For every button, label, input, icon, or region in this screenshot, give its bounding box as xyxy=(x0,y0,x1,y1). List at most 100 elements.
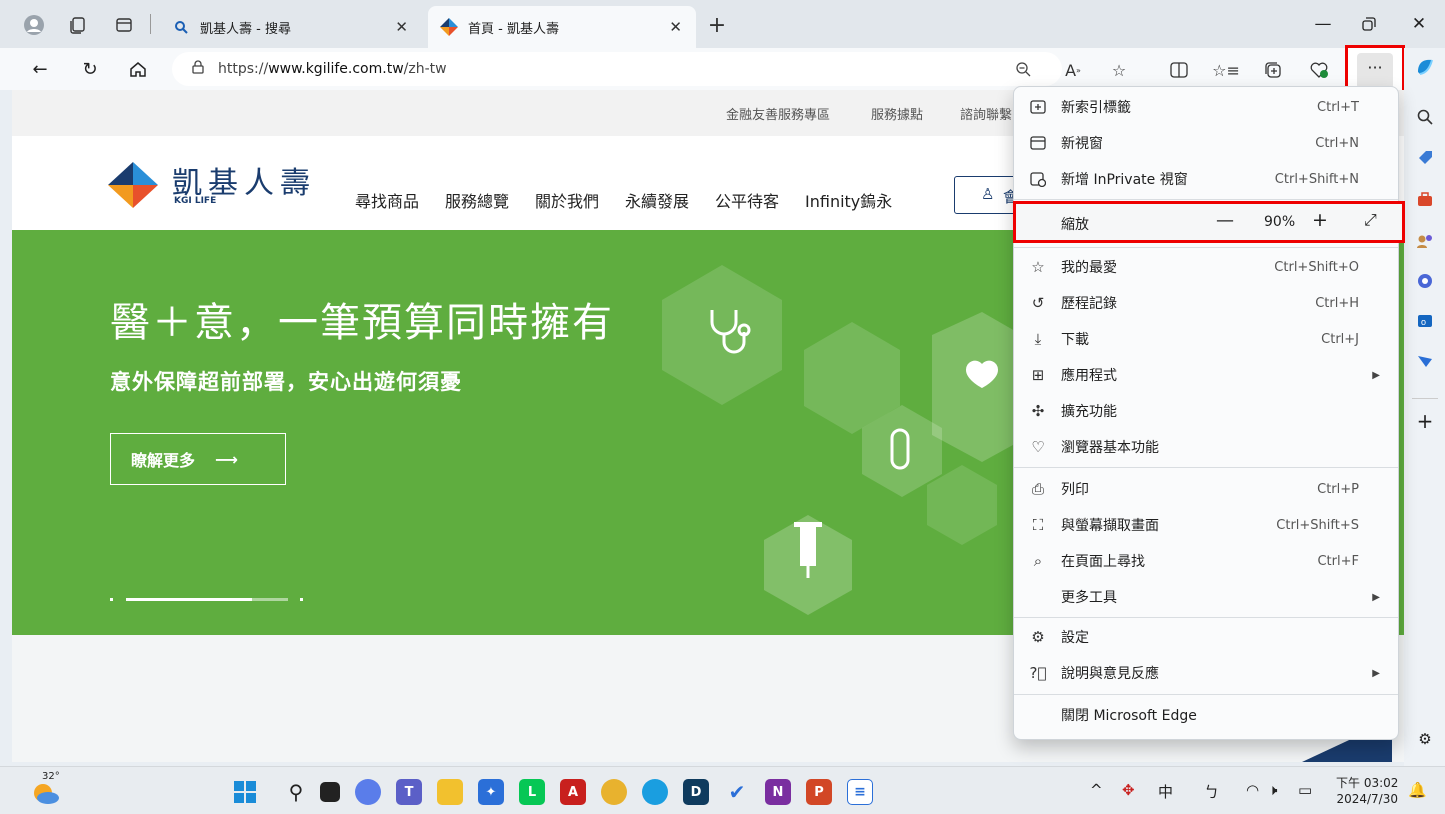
drop-icon[interactable] xyxy=(1414,350,1436,372)
menu-help-feedback[interactable]: ?⃝ 說明與意見反應 ▶ xyxy=(1014,655,1398,691)
home-icon[interactable] xyxy=(126,57,150,81)
close-tab-icon[interactable]: ✕ xyxy=(669,18,682,36)
menu-new-tab[interactable]: 新索引標籤 Ctrl+T xyxy=(1014,89,1398,125)
shopping-tag-icon[interactable] xyxy=(1414,146,1436,168)
chrome-icon[interactable] xyxy=(601,779,627,805)
zoom-out-icon[interactable] xyxy=(1012,58,1034,80)
profile-icon[interactable] xyxy=(24,15,44,35)
menu-settings[interactable]: ⚙ 設定 xyxy=(1014,619,1398,655)
menu-favorites[interactable]: ☆ 我的最愛 Ctrl+Shift+O xyxy=(1014,249,1398,285)
microsoft365-icon[interactable] xyxy=(1414,270,1436,292)
restore-button[interactable] xyxy=(1346,10,1392,38)
menu-close-edge[interactable]: 關閉 Microsoft Edge xyxy=(1014,697,1398,733)
todo-icon[interactable]: ✔ xyxy=(724,779,750,805)
tools-briefcase-icon[interactable] xyxy=(1414,188,1436,210)
inprivate-icon xyxy=(1028,169,1048,189)
disney-plus-icon[interactable]: D xyxy=(683,779,709,805)
menu-separator xyxy=(1014,247,1398,248)
link-locations[interactable]: 服務據點 xyxy=(871,104,923,123)
refresh-icon[interactable]: ↻ xyxy=(78,57,102,81)
fullscreen-button[interactable]: ⤢ xyxy=(1364,210,1377,230)
favorites-icon[interactable]: ☆≡ xyxy=(1212,59,1240,81)
read-aloud-icon[interactable]: A» xyxy=(1062,59,1084,81)
nav-fair-treatment[interactable]: 公平待客 xyxy=(715,188,779,212)
start-icon[interactable] xyxy=(232,779,258,805)
hero-subtitle: 意外保障超前部署，安心出遊何須憂 xyxy=(110,370,462,394)
nav-sustainability[interactable]: 永續發展 xyxy=(625,188,689,212)
link-accessible-finance[interactable]: 金融友善服務專區 xyxy=(726,104,830,123)
edge-icon[interactable] xyxy=(642,779,668,805)
address-bar[interactable]: https://www.kgilife.com.tw/zh-tw xyxy=(172,52,1062,86)
windows-taskbar: 32° ⚲ T ✦ L A D ✔ N P ≡ ^ ✥ 中 ㄅ ◠ 🕨 ▭ 下午… xyxy=(0,766,1445,814)
edge-sidebar: o + ⚙ xyxy=(1404,48,1445,766)
menu-screenshot[interactable]: ⛶ 與螢幕擷取畫面 Ctrl+Shift+S xyxy=(1014,507,1398,543)
ime-mode[interactable]: ㄅ xyxy=(1204,781,1219,802)
zoom-out-button[interactable]: — xyxy=(1216,210,1234,231)
file-explorer-icon[interactable] xyxy=(437,779,463,805)
task-view-icon[interactable] xyxy=(320,782,340,802)
split-screen-icon[interactable] xyxy=(1168,59,1190,81)
ime-language[interactable]: 中 xyxy=(1158,781,1173,802)
menu-separator xyxy=(1014,694,1398,695)
collections-icon[interactable] xyxy=(1262,59,1284,81)
clock[interactable]: 下午 03:02 2024/7/30 xyxy=(1336,775,1398,807)
onenote-icon[interactable]: N xyxy=(765,779,791,805)
copilot-icon[interactable] xyxy=(1414,56,1436,78)
nav-infinity[interactable]: Infinity鎢永 xyxy=(805,188,892,212)
workspaces-icon[interactable] xyxy=(68,15,88,35)
browser-essentials-icon[interactable] xyxy=(1308,59,1330,81)
show-hidden-icons-icon[interactable]: ^ xyxy=(1090,781,1103,799)
nav-services[interactable]: 服務總覽 xyxy=(445,188,509,212)
menu-new-inprivate[interactable]: 新增 InPrivate 視窗 Ctrl+Shift+N xyxy=(1014,161,1398,197)
minimize-button[interactable]: — xyxy=(1300,10,1346,38)
weather-widget[interactable]: 32° xyxy=(28,771,62,807)
close-tab-icon[interactable]: ✕ xyxy=(395,18,408,36)
close-window-button[interactable]: ✕ xyxy=(1396,10,1442,38)
ime-toolbar-icon[interactable]: ✥ xyxy=(1122,781,1135,799)
menu-browser-essentials[interactable]: ♡ 瀏覽器基本功能 xyxy=(1014,429,1398,465)
powerpoint-icon[interactable]: P xyxy=(806,779,832,805)
search-icon[interactable]: ⚲ xyxy=(283,779,309,805)
menu-extensions[interactable]: ✣ 擴充功能 xyxy=(1014,393,1398,429)
back-icon[interactable]: ← xyxy=(28,57,52,81)
games-icon[interactable] xyxy=(1414,230,1436,252)
link-contact[interactable]: 諮詢聯繫 xyxy=(960,104,1012,123)
notepad-icon[interactable]: ≡ xyxy=(847,779,873,805)
learn-more-button[interactable]: 瞭解更多 ⟶ xyxy=(110,433,286,485)
line-icon[interactable]: L xyxy=(519,779,545,805)
teams-icon[interactable]: T xyxy=(396,779,422,805)
menu-zoom-row: 縮放 — 90% + ⤢ xyxy=(1013,201,1405,243)
search-icon[interactable] xyxy=(1414,106,1436,128)
carousel-indicators[interactable] xyxy=(110,597,310,603)
favorite-star-icon[interactable]: ☆ xyxy=(1108,59,1130,81)
zoom-in-button[interactable]: + xyxy=(1312,209,1328,231)
tab-home[interactable]: 首頁 - 凱基人壽 ✕ xyxy=(428,6,696,48)
add-sidebar-app-icon[interactable]: + xyxy=(1414,409,1436,433)
kgi-logo-icon[interactable] xyxy=(108,162,158,208)
menu-print[interactable]: ⎙ 列印 Ctrl+P xyxy=(1014,471,1398,507)
nav-about[interactable]: 關於我們 xyxy=(535,188,599,212)
menu-downloads[interactable]: ⤓ 下載 Ctrl+J xyxy=(1014,321,1398,357)
menu-new-window[interactable]: 新視窗 Ctrl+N xyxy=(1014,125,1398,161)
menu-find-on-page[interactable]: ⌕ 在頁面上尋找 Ctrl+F xyxy=(1014,543,1398,579)
menu-more-tools[interactable]: 更多工具 ▶ xyxy=(1014,579,1398,615)
new-tab-button[interactable]: + xyxy=(707,13,727,38)
battery-icon[interactable]: ▭ xyxy=(1298,781,1312,799)
acrobat-icon[interactable]: A xyxy=(560,779,586,805)
tab-search[interactable]: 凱基人壽 - 搜尋 ✕ xyxy=(160,6,422,48)
copilot-icon[interactable] xyxy=(355,779,381,805)
tab-actions-icon[interactable] xyxy=(114,15,134,35)
volume-muted-icon[interactable]: 🕨 xyxy=(1268,781,1277,799)
toolbar: ← ↻ https://www.kgilife.com.tw/zh-tw A» … xyxy=(0,48,1445,90)
dropbox-icon[interactable]: ✦ xyxy=(478,779,504,805)
notification-icon[interactable]: 🔔 xyxy=(1408,781,1427,799)
menu-history[interactable]: ↺ 歷程記錄 Ctrl+H xyxy=(1014,285,1398,321)
sidebar-settings-icon[interactable]: ⚙ xyxy=(1414,728,1436,750)
find-icon: ⌕ xyxy=(1033,552,1043,570)
outlook-icon[interactable]: o xyxy=(1414,310,1436,332)
nav-find-products[interactable]: 尋找商品 xyxy=(355,188,419,212)
browser-essentials-icon: ♡ xyxy=(1031,438,1045,456)
menu-apps[interactable]: ⊞ 應用程式 ▶ xyxy=(1014,357,1398,393)
wifi-icon[interactable]: ◠ xyxy=(1246,781,1259,799)
lock-icon[interactable] xyxy=(192,60,204,78)
